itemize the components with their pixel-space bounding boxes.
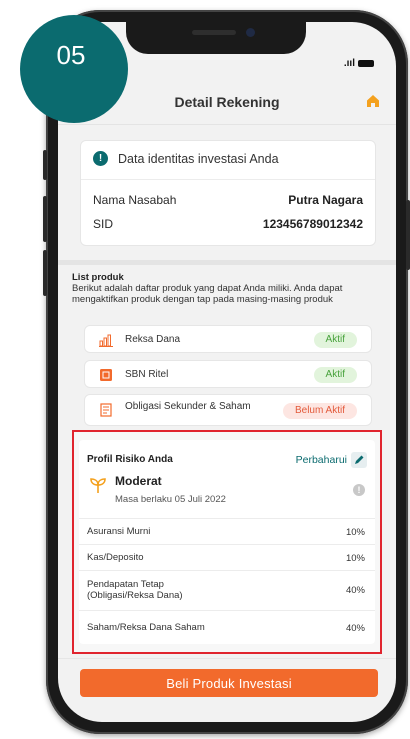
allocation-row: Saham/Reksa Dana Saham 40% [79, 610, 375, 644]
sprout-icon [90, 478, 106, 493]
pencil-icon [351, 452, 367, 468]
product-item-reksa-dana[interactable]: Reksa Dana Aktif [84, 325, 372, 353]
identity-card: ! Data identitas investasi Anda Nama Nas… [80, 140, 376, 246]
allocation-row: Asuransi Murni 10% [79, 518, 375, 544]
product-name: Reksa Dana [125, 334, 181, 345]
product-list-title: List produk [72, 272, 124, 283]
divider [81, 179, 375, 180]
identity-notice: ! Data identitas investasi Anda [93, 151, 279, 166]
sid-value: 123456789012342 [262, 217, 363, 231]
sid-row: SID 123456789012342 [93, 217, 363, 231]
bottom-divider [58, 658, 396, 659]
allocation-row: Kas/Deposito 10% [79, 544, 375, 570]
status-badge: Belum Aktif [282, 403, 357, 419]
section-divider [58, 260, 396, 265]
allocation-label: Pendapatan Tetap (Obligasi/Reksa Dana) [87, 579, 183, 601]
app-screen: .ııl Detail Rekening ! Data identitas in… [58, 22, 396, 722]
speaker [192, 30, 236, 35]
product-name: SBN Ritel [125, 369, 169, 380]
product-item-sbn-ritel[interactable]: SBN Ritel Aktif [84, 360, 372, 388]
buy-investment-button[interactable]: Beli Produk Investasi [80, 669, 378, 697]
home-icon[interactable] [366, 94, 380, 108]
step-badge: 05 [20, 15, 128, 123]
risk-profile-value: Moderat [115, 474, 162, 488]
status-badge: Aktif [313, 367, 357, 383]
status-bar: .ııl [344, 58, 374, 69]
phone-power-button [406, 200, 410, 270]
allocation-value: 40% [345, 585, 365, 596]
header-divider [58, 124, 396, 125]
update-label: Perbaharui [295, 454, 347, 466]
product-item-obligasi[interactable]: Obligasi Sekunder & Saham Belum Aktif [84, 394, 372, 426]
phone-volume-down [43, 250, 47, 296]
allocation-row: Pendapatan Tetap (Obligasi/Reksa Dana) 4… [79, 570, 375, 610]
info-icon[interactable]: ! [353, 484, 365, 496]
allocation-label: Kas/Deposito [87, 552, 144, 563]
risk-profile-card: Profil Risiko Anda Perbaharui Moderat Ma… [79, 440, 375, 644]
identity-notice-text: Data identitas investasi Anda [118, 151, 279, 166]
phone-notch [126, 22, 306, 54]
bar-chart-icon [99, 334, 113, 347]
allocation-value: 10% [345, 553, 365, 564]
sbn-icon [100, 369, 112, 381]
battery-icon [358, 59, 374, 67]
document-icon [100, 403, 112, 417]
allocation-value: 10% [345, 527, 365, 538]
sid-label: SID [93, 217, 114, 231]
signal-icon: .ııl [343, 58, 355, 69]
product-list-header: List produk Berikut adalah daftar produk… [72, 272, 384, 305]
camera [246, 28, 255, 37]
phone-side-button [43, 150, 47, 180]
allocation-label: Asuransi Murni [87, 526, 151, 537]
name-value: Putra Nagara [288, 193, 363, 207]
allocation-value: 40% [345, 623, 365, 634]
update-button[interactable]: Perbaharui [296, 452, 367, 468]
status-badge: Aktif [313, 332, 357, 348]
info-icon: ! [93, 151, 108, 166]
validity-text: Masa berlaku 05 Juli 2022 [115, 494, 226, 505]
product-name: Obligasi Sekunder & Saham [125, 401, 251, 412]
risk-profile-title: Profil Risiko Anda [87, 454, 173, 465]
risk-profile-highlight: Profil Risiko Anda Perbaharui Moderat Ma… [72, 430, 382, 654]
name-row: Nama Nasabah Putra Nagara [93, 193, 363, 207]
product-list-description: Berikut adalah daftar produk yang dapat … [72, 283, 343, 305]
name-label: Nama Nasabah [93, 193, 177, 207]
allocation-label: Saham/Reksa Dana Saham [87, 622, 205, 633]
phone-volume-up [43, 196, 47, 242]
